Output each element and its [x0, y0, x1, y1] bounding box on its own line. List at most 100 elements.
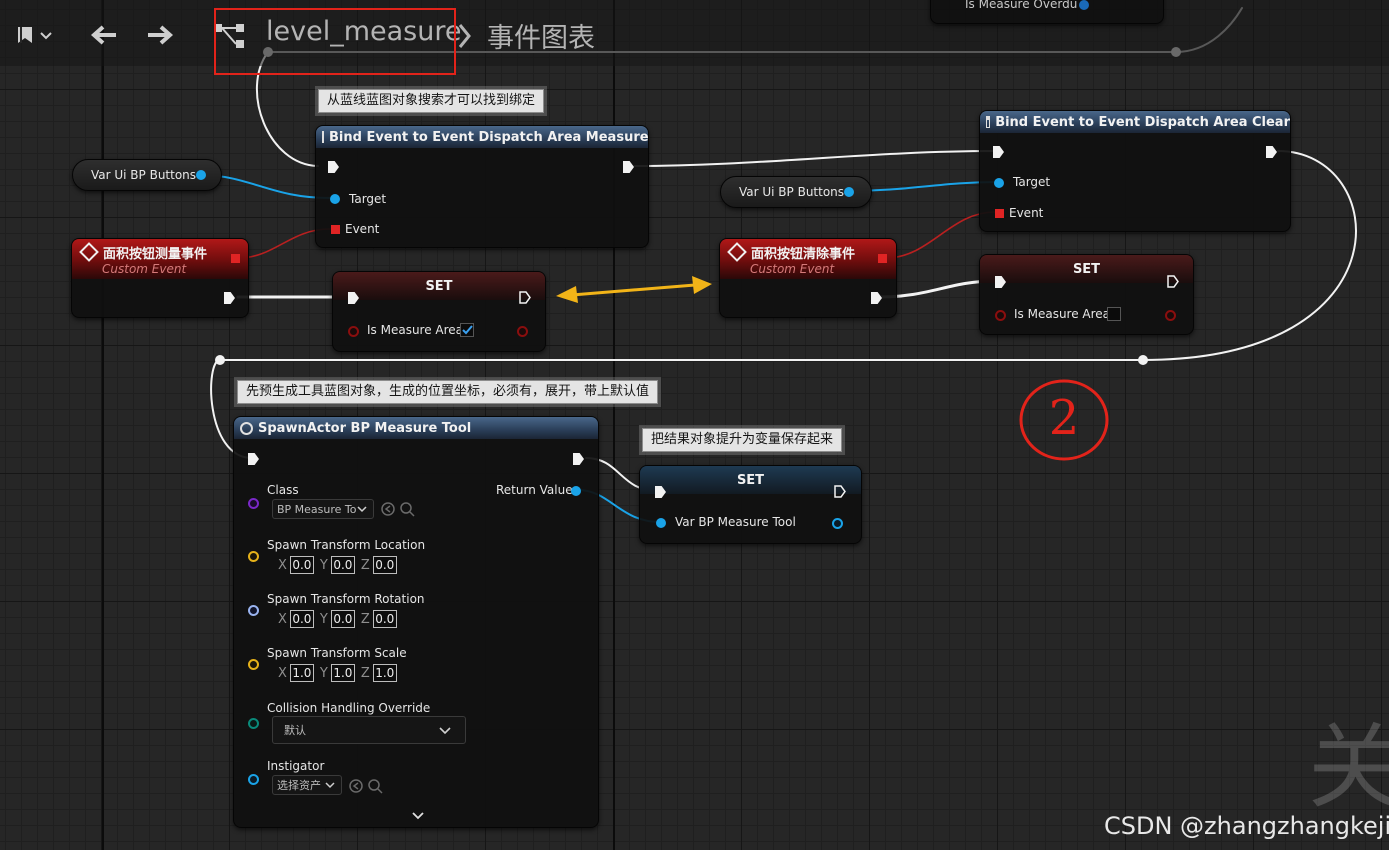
use-selected-icon[interactable] [380, 501, 396, 517]
scale-x-input[interactable]: 1.0 [289, 664, 314, 682]
event-delegate-pin[interactable] [995, 209, 1004, 218]
exec-out-pin[interactable] [1167, 275, 1179, 288]
location-y-input[interactable]: 0.0 [330, 556, 355, 574]
bind-event-measure-node[interactable]: Bind Event to Event Dispatch Area Measur… [315, 125, 649, 248]
measure-area-checkbox[interactable] [460, 323, 474, 337]
pin-label: Is Measure Area [367, 323, 464, 337]
location-pin[interactable] [248, 551, 259, 562]
custom-event-measure-node[interactable]: 面积按钮测量事件 Custom Event [71, 238, 249, 318]
rotation-z-input[interactable]: 0.0 [372, 610, 397, 628]
axis-y-label: Y [319, 666, 328, 681]
exec-out-pin[interactable] [871, 292, 882, 304]
instigator-dropdown[interactable]: 选择资产 [272, 775, 342, 795]
var-ui-bp-buttons-node[interactable]: Var Ui BP Buttons [72, 159, 222, 191]
location-z-input[interactable]: 0.0 [372, 556, 397, 574]
comment-bind-measure[interactable]: 从蓝线蓝图对象搜索才可以找到绑定 [318, 89, 545, 113]
set-measure-area-false-node[interactable]: SET Is Measure Area [979, 254, 1194, 335]
object-out-pin[interactable] [832, 518, 843, 529]
location-x-input[interactable]: 0.0 [289, 556, 314, 574]
exec-in-pin[interactable] [248, 453, 259, 465]
exec-in-pin[interactable] [993, 146, 1004, 158]
custom-event-clear-node[interactable]: 面积按钮清除事件 Custom Event [719, 238, 897, 318]
event-delegate-pin[interactable] [331, 225, 340, 234]
csdn-watermark: CSDN @zhangzhangkeji [1104, 812, 1389, 840]
event-label: Event [345, 222, 380, 236]
chevron-down-icon [439, 727, 451, 735]
object-in-pin[interactable] [656, 518, 666, 528]
function-icon [322, 131, 324, 143]
collision-dropdown[interactable]: 默认 [272, 716, 466, 744]
highlight-box [214, 8, 456, 75]
return-value-pin[interactable] [571, 486, 581, 496]
scale-label: Spawn Transform Scale [267, 646, 407, 660]
collision-pin[interactable] [248, 718, 259, 729]
delegate-out-pin[interactable] [231, 254, 240, 263]
target-pin[interactable] [330, 194, 340, 204]
node-title: 面积按钮清除事件 [751, 246, 856, 262]
event-diamond-icon [79, 242, 99, 262]
exec-out-pin[interactable] [623, 161, 634, 173]
double-arrow-annotation [556, 276, 712, 303]
class-pin[interactable] [248, 498, 259, 509]
rotation-pin[interactable] [248, 605, 259, 616]
rotation-x-input[interactable]: 0.0 [289, 610, 314, 628]
breadcrumb-chevron-icon [458, 24, 471, 48]
node-header: SET [980, 255, 1193, 283]
target-pin[interactable] [994, 178, 1004, 188]
expand-advanced-chevron-icon[interactable] [411, 811, 425, 821]
scale-y-input[interactable]: 1.0 [330, 664, 355, 682]
back-button[interactable] [86, 22, 122, 48]
circled-number-annotation: 2 [1018, 378, 1110, 462]
set-measure-tool-node[interactable]: SET Var BP Measure Tool [639, 465, 862, 544]
comment-spawn-actor[interactable]: 先预生成工具蓝图对象，生成的位置坐标，必须有，展开，带上默认值 [237, 380, 659, 404]
use-selected-icon[interactable] [348, 778, 364, 794]
comment-set-tool[interactable]: 把结果对象提升为变量保存起来 [642, 428, 843, 452]
bookmark-menu-button[interactable] [12, 22, 58, 48]
spawn-actor-node[interactable]: SpawnActor BP Measure Tool Class BP Meas… [233, 416, 599, 828]
reroute-node[interactable] [1138, 355, 1148, 365]
node-title: SET [425, 278, 453, 294]
bool-in-pin[interactable] [348, 326, 359, 337]
bool-pin[interactable] [1079, 0, 1089, 10]
exec-in-pin[interactable] [328, 161, 339, 173]
bind-event-clear-node[interactable]: Bind Event to Event Dispatch Area Clear … [979, 110, 1291, 232]
measure-area-checkbox[interactable] [1107, 307, 1121, 321]
delegate-out-pin[interactable] [878, 254, 887, 263]
scale-pin[interactable] [248, 659, 259, 670]
blueprint-graph-canvas[interactable]: level_measure 事件图表 Is Measure Overdu 从蓝线… [0, 0, 1389, 850]
breadcrumb-graph[interactable]: 事件图表 [487, 16, 595, 55]
var-ui-bp-buttons-node[interactable]: Var Ui BP Buttons [720, 176, 872, 208]
exec-out-pin[interactable] [224, 292, 235, 304]
exec-out-pin[interactable] [1266, 146, 1277, 158]
reroute-node[interactable] [215, 355, 225, 365]
collision-value: 默认 [284, 724, 306, 737]
set-measure-area-true-node[interactable]: SET Is Measure Area [332, 271, 546, 352]
exec-out-pin[interactable] [834, 485, 846, 498]
bool-in-pin[interactable] [995, 310, 1006, 321]
object-out-pin[interactable] [196, 170, 206, 180]
object-out-pin[interactable] [844, 187, 854, 197]
node-title: SET [736, 472, 765, 488]
forward-button[interactable] [142, 22, 178, 48]
scale-z-input[interactable]: 1.0 [372, 664, 397, 682]
bool-out-pin[interactable] [517, 326, 528, 337]
bool-out-pin[interactable] [1165, 310, 1176, 321]
node-title: SET [1072, 261, 1101, 277]
chevron-down-icon [357, 506, 367, 513]
search-icon[interactable] [399, 501, 415, 517]
rotation-y-input[interactable]: 0.0 [330, 610, 355, 628]
function-icon [986, 116, 991, 128]
class-dropdown[interactable]: BP Measure To [272, 499, 374, 519]
search-icon[interactable] [367, 778, 383, 794]
partial-node-top[interactable]: Is Measure Overdu [930, 0, 1164, 24]
event-diamond-icon [727, 242, 747, 262]
axis-z-label: Z [360, 666, 370, 681]
exec-out-pin[interactable] [519, 291, 531, 304]
axis-x-label: X [278, 558, 287, 573]
arrow-left-icon [90, 25, 116, 45]
rotation-fields: X 0.0 Y 0.0 Z 0.0 [278, 610, 403, 628]
variable-label: Var Ui BP Buttons [91, 168, 197, 182]
instigator-pin[interactable] [248, 774, 259, 785]
exec-out-pin[interactable] [573, 453, 584, 465]
node-subtitle: Custom Event [102, 261, 187, 276]
